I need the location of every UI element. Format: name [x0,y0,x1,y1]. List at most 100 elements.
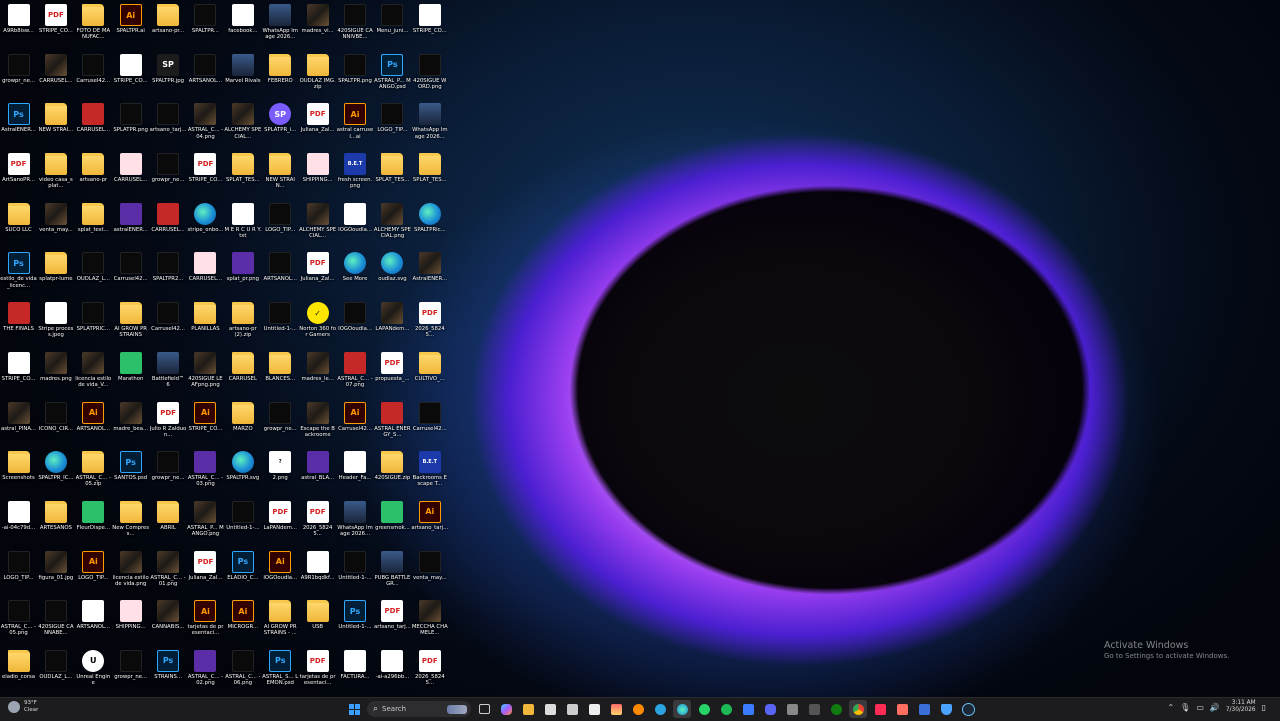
spotify-button[interactable] [717,700,735,718]
desktop-icon[interactable]: PDF Juliana_Zal... [187,547,224,596]
file-explorer-button[interactable] [519,700,537,718]
edge-button[interactable] [673,700,691,718]
desktop-icon[interactable]: SPLATPRIC... [75,298,112,347]
desktop-icon[interactable]: LOGO_TIP... [262,199,299,248]
desktop-icon[interactable]: PDF2026_58245... [411,646,448,695]
desktop-icon[interactable]: See More [337,248,374,297]
desktop-icon[interactable]: growpr_ne... [150,149,187,198]
desktop-icon[interactable]: CANNABIS... [150,596,187,645]
desktop-icon[interactable]: PDF LaPANdem... [262,497,299,546]
desktop-icon[interactable]: ARTSANOL... [187,50,224,99]
desktop-icon[interactable]: Carrusel42... [150,298,187,347]
desktop-icon[interactable]: splat_pr.png [224,248,261,297]
desktop-icon[interactable]: Untitled-1-... [262,298,299,347]
desktop-icon[interactable]: Ai artsano_tarj... [411,497,448,546]
desktop-icon[interactable]: oudlaz.svg [374,248,411,297]
desktop-icon[interactable]: ARTESANOS [37,497,74,546]
desktop-icon[interactable]: Battlefield™ 6 [150,348,187,397]
app-button-2[interactable] [585,700,603,718]
desktop-icon[interactable]: PDF propuesta_... [374,348,411,397]
whatsapp-button[interactable] [695,700,713,718]
desktop-icon[interactable]: WhatsApp Image 2026... [337,497,374,546]
app-button-10[interactable] [937,700,955,718]
desktop-icon[interactable]: ASTRAL_C... -07.png [337,348,374,397]
desktop-icon[interactable]: FleurDispe... [75,497,112,546]
app-button-3[interactable] [607,700,625,718]
desktop-icon[interactable]: ✓ Norton 360 for Gamers [299,298,336,347]
desktop-icon[interactable]: ASTRAL ENERGY_S... [374,398,411,447]
desktop-icon[interactable]: SPLAT_TES... [411,149,448,198]
xbox-button[interactable] [827,700,845,718]
desktop-icon[interactable]: madres_vi... [299,0,336,49]
desktop-icon[interactable]: ALCHEMY SPECIAL.png [374,199,411,248]
tiktok-button[interactable] [871,700,889,718]
desktop-icon[interactable]: madres.png [37,348,74,397]
desktop-icon[interactable]: SPALTPR... [187,0,224,49]
desktop-icon[interactable]: NEW STRAIN... [262,149,299,198]
store-button[interactable] [541,700,559,718]
desktop-icon[interactable]: Marathon [112,348,149,397]
desktop-icon[interactable]: venta_may... [37,199,74,248]
steam-button[interactable] [959,700,977,718]
desktop-icon[interactable]: SP SPLATPR_i... [262,99,299,148]
desktop-icon[interactable]: STRIPE_CO... [0,348,37,397]
desktop-icon[interactable]: M E R C U R Y.txt [224,199,261,248]
desktop-icon[interactable]: splat_test... [75,199,112,248]
desktop-icon[interactable]: -ai-a296bb... [374,646,411,695]
notification-icon[interactable]: ▯ [1262,703,1266,712]
desktop-icon[interactable]: splatpr-lume [37,248,74,297]
desktop-icon[interactable]: SPALTPR.svg [224,447,261,496]
desktop-icon[interactable]: ICONO_CIR... [37,398,74,447]
desktop-icon[interactable]: greensmok... [374,497,411,546]
desktop-icon[interactable]: FACTURA... [337,646,374,695]
mic-icon[interactable]: 🎙 [1180,703,1190,712]
desktop-icon[interactable]: CARRUSEL... [75,99,112,148]
desktop-icon[interactable]: Ai STRIPE_CO... [187,398,224,447]
desktop-icon[interactable]: Menu_juni... [374,0,411,49]
desktop-icon[interactable]: FEBRERO [262,50,299,99]
desktop-icon[interactable]: Ps estilo_de vida_licenc... [0,248,37,297]
desktop-icon[interactable]: IOGOoudla... [337,298,374,347]
desktop-icon[interactable]: MECCHA CHAMELE... [411,596,448,645]
desktop-icon[interactable]: PDF tarjetas de presentaci... [299,646,336,695]
desktop-icon[interactable]: Marvel Rivals [224,50,261,99]
desktop-icon[interactable]: ALCHEMY SPECIAL... [224,99,261,148]
app-button-9[interactable] [915,700,933,718]
desktop-icon[interactable]: WhatsApp Image 2026... [262,0,299,49]
desktop-icon[interactable]: CARRUSEL... [150,199,187,248]
desktop-icon[interactable]: madres_le... [299,348,336,397]
desktop-icon[interactable]: ASTRAL_C... -03.png [187,447,224,496]
desktop-icon[interactable]: eladio_corsa [0,646,37,695]
desktop-icon[interactable]: ASTRAL_C... -01.png [150,547,187,596]
desktop-icon[interactable]: Ps ASTRAL_S... LEMON.psd [262,646,299,695]
desktop-icon[interactable]: ARTSANOL... [75,596,112,645]
desktop-icon[interactable]: madre_bea... [112,398,149,447]
discord-button[interactable] [761,700,779,718]
desktop-icon[interactable]: 420SIGUE.zip [374,447,411,496]
desktop-icon[interactable]: PDF STRIPE_CO... [187,149,224,198]
desktop-icon[interactable]: Ai Carrusel42... [337,398,374,447]
desktop-icon[interactable]: PLANILLAS [187,298,224,347]
desktop-icon[interactable]: PDF artsano_tarj... [374,596,411,645]
desktop-icon[interactable]: CARRUSEL [224,348,261,397]
app-button-1[interactable] [563,700,581,718]
desktop-icon[interactable]: venta_may... [411,547,448,596]
desktop-icon[interactable]: stripe_onbo... [187,199,224,248]
desktop-icon[interactable]: CULTIVO_... [411,348,448,397]
copilot-button[interactable] [497,700,515,718]
desktop-icon[interactable]: 420SIGUE CANNABE... [37,596,74,645]
desktop-icon[interactable]: NEW STRAI... [37,99,74,148]
desktop-icon[interactable]: Header_Fa... [337,447,374,496]
desktop-icon[interactable]: growpr_ne... [150,447,187,496]
desktop-icon[interactable]: OUDLAZ_L... [37,646,74,695]
desktop-icon[interactable]: ABRIL [150,497,187,546]
desktop-icon[interactable]: SPALTPRic... [411,199,448,248]
desktop-icon[interactable]: Escape the Backrooms [299,398,336,447]
desktop-icon[interactable]: STRIPE_CO... [112,50,149,99]
desktop-icon[interactable]: B.E.T fresh screen.png [337,149,374,198]
search-box[interactable]: ⌕ Search [367,701,471,717]
desktop-icon[interactable]: PDF STRIPE_CO... [37,0,74,49]
desktop-icon[interactable]: SPALTPR.png [337,50,374,99]
desktop-icon[interactable]: Ai MICROGR... [224,596,261,645]
desktop-icon[interactable]: Ai LOGO_TIP... [75,547,112,596]
